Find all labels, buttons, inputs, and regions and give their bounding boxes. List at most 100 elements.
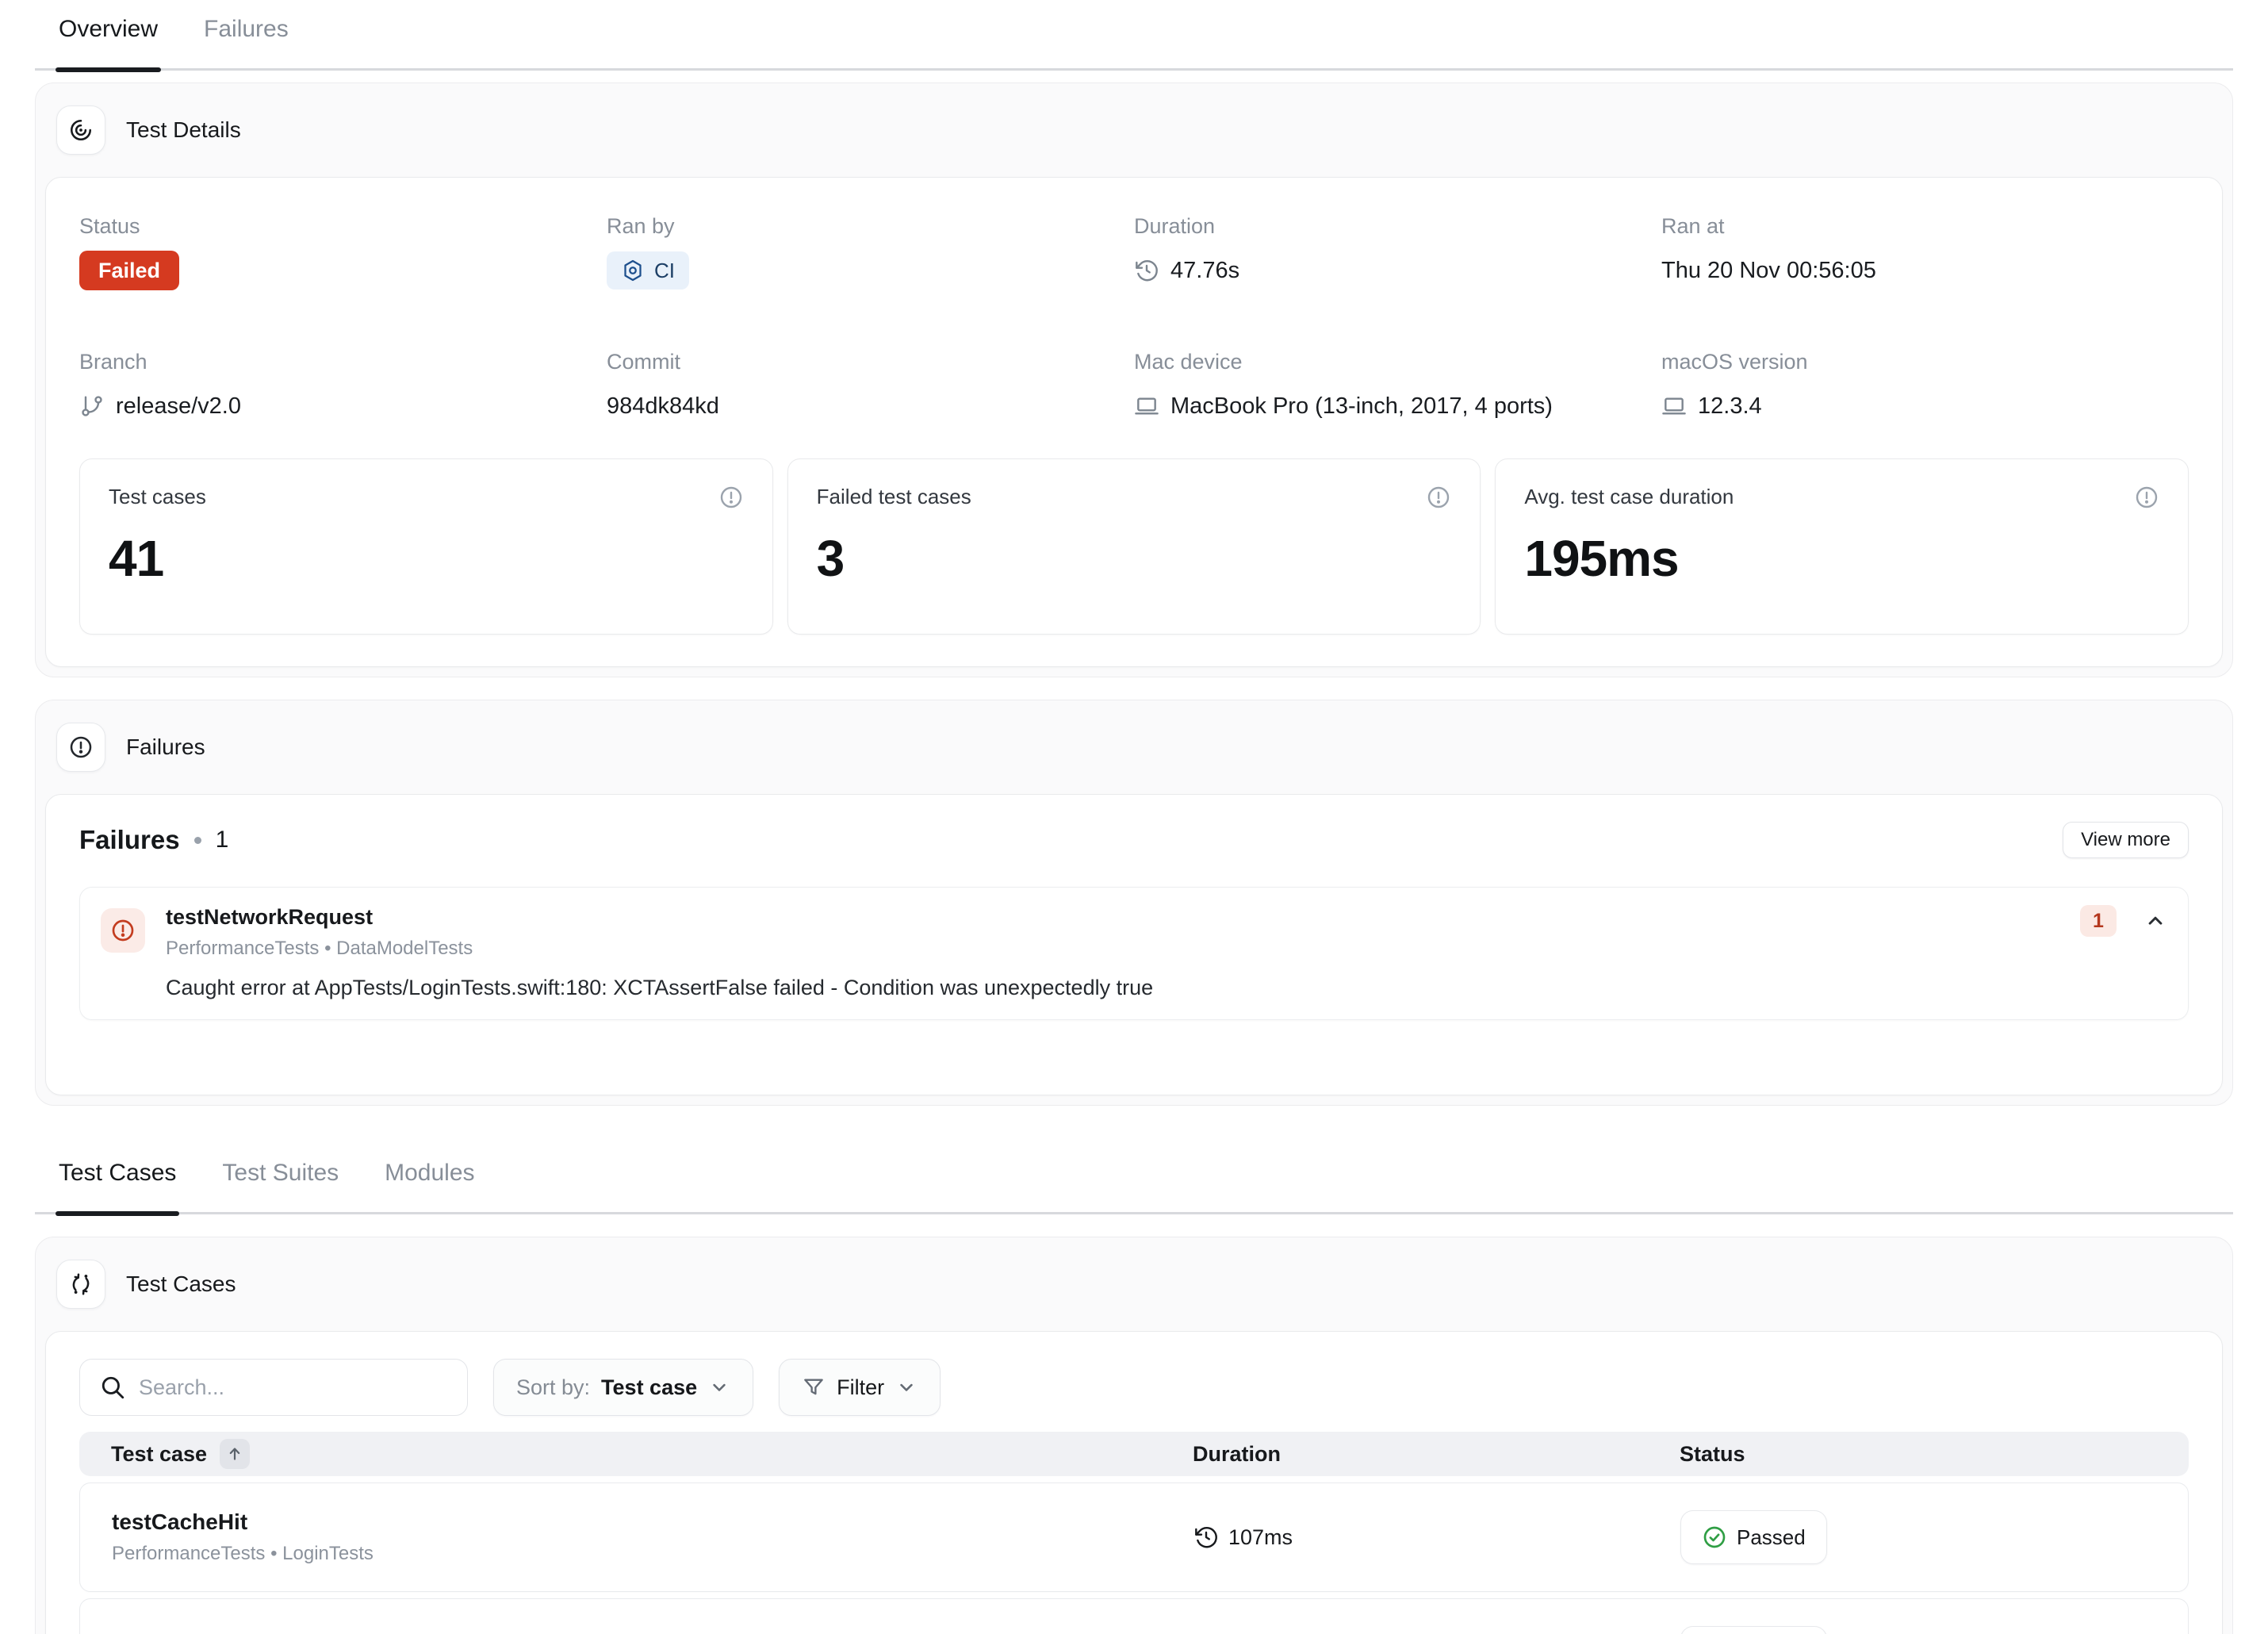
field-label: Commit [607,350,1134,374]
status-text: Passed [1737,1525,1806,1550]
search-icon [99,1374,126,1401]
failure-alert-icon [101,908,145,953]
column-status: Status [1680,1442,2157,1467]
duration-value: 47.76s [1170,258,1239,284]
table-tabbar: Test Cases Test Suites Modules [35,1144,2233,1214]
history-clock-icon [1193,1525,1219,1550]
chevron-down-icon [708,1376,730,1398]
status-badge: Failed [79,251,179,290]
section-title: Test Details [126,117,241,143]
failures-header: Failures [56,723,2212,772]
test-cases-icon-button [56,1260,105,1309]
test-cases-header: Test Cases [56,1260,2212,1309]
tab-test-cases[interactable]: Test Cases [57,1155,178,1212]
git-branch-icon [79,393,105,419]
field-commit: Commit 984dk84kd [607,350,1134,427]
table-row[interactable]: testCacheHit PerformanceTests • LoginTes… [79,1482,2189,1592]
failure-item[interactable]: testNetworkRequest PerformanceTests • Da… [79,887,2189,1020]
field-branch: Branch release/v2.0 [79,350,607,427]
stat-label: Avg. test case duration [1524,485,1734,509]
field-label: Ran by [607,214,1134,239]
field-status: Status Failed [79,214,607,291]
failure-suites: PerformanceTests • DataModelTests [166,938,473,960]
info-icon[interactable] [718,485,744,510]
test-details-card: Status Failed Ran by [45,177,2223,667]
tab-test-suites[interactable]: Test Suites [220,1155,340,1212]
field-label: Status [79,214,607,239]
stat-cards: Test cases 41 Failed test cases [79,458,2189,635]
view-more-button[interactable]: View more [2063,822,2189,858]
status-badge-passed: Passed [1680,1626,1827,1634]
sort-by-label: Sort by: [516,1375,590,1400]
test-details-header: Test Details [56,105,2212,155]
field-macos-version: macOS version 12.3.4 [1661,350,2189,427]
failures-heading: Failures [79,825,180,855]
branch-value: release/v2.0 [116,393,241,420]
dot-separator [194,837,201,844]
ci-badge-label: CI [654,259,675,283]
history-clock-icon [1134,258,1159,283]
field-mac-device: Mac device MacBook Pro (13-inch, 2017, 4… [1134,350,1661,427]
field-label: Duration [1134,214,1661,239]
stat-failed-test-cases: Failed test cases 3 [787,458,1481,635]
chevron-up-icon[interactable] [2143,909,2167,933]
target-spiral-icon [68,117,94,143]
column-test-case: Test case [111,1442,207,1467]
mac-device-value: MacBook Pro (13-inch, 2017, 4 ports) [1170,393,1553,420]
stat-value: 195ms [1524,529,2159,588]
info-icon[interactable] [1426,485,1451,510]
commit-value: 984dk84kd [607,393,719,420]
failures-card-header: Failures 1 View more [79,822,2189,858]
laptop-icon [1661,393,1687,419]
test-cases-section: Test Cases Sort by: Test case [35,1237,2233,1634]
duration-value: 107ms [1228,1525,1293,1550]
filter-dropdown[interactable]: Filter [779,1359,941,1416]
failure-message: Caught error at AppTests/LoginTests.swif… [166,976,2167,1000]
stat-value: 41 [109,529,744,588]
funnel-icon [802,1375,826,1399]
section-title: Test Cases [126,1272,236,1297]
test-case-name: testCacheHit [112,1509,374,1535]
failure-count-badge: 1 [2080,905,2117,937]
ci-hexagon-icon [621,259,645,282]
section-title: Failures [126,735,205,760]
chevron-down-icon [895,1376,918,1398]
tab-modules[interactable]: Modules [383,1155,476,1212]
cycle-arrows-icon [68,1272,94,1297]
page: Overview Failures Test Details Status [0,0,2268,1634]
stat-avg-duration: Avg. test case duration 195ms [1495,458,2189,635]
sort-ascending-icon[interactable] [220,1439,250,1469]
tab-failures[interactable]: Failures [202,11,290,68]
test-cases-table: Test case Duration Status testCacheHit [79,1432,2189,1634]
table-row[interactable]: testCacheHit [79,1598,2189,1634]
search-box [79,1359,468,1416]
column-duration: Duration [1193,1442,1680,1467]
ci-badge: CI [607,251,689,290]
info-icon[interactable] [2134,485,2159,510]
stat-label: Test cases [109,485,206,509]
laptop-icon [1134,393,1159,419]
search-input[interactable] [139,1375,448,1400]
details-grid: Status Failed Ran by [79,214,2189,427]
filter-label: Filter [837,1375,884,1400]
test-case-suites: PerformanceTests • LoginTests [112,1543,374,1565]
stat-test-cases: Test cases 41 [79,458,773,635]
sort-by-dropdown[interactable]: Sort by: Test case [493,1359,753,1416]
stat-label: Failed test cases [817,485,971,509]
sort-by-value: Test case [601,1375,697,1400]
field-label: Branch [79,350,607,374]
test-details-icon-button [56,105,105,155]
alert-circle-icon [68,735,94,760]
field-label: Ran at [1661,214,2189,239]
tab-overview[interactable]: Overview [57,11,159,68]
failures-count: 1 [216,827,229,853]
status-badge-passed: Passed [1680,1510,1827,1564]
table-header-row: Test case Duration Status [79,1432,2189,1476]
field-label: Mac device [1134,350,1661,374]
table-controls: Sort by: Test case Filter [79,1359,2189,1416]
check-circle-icon [1702,1525,1727,1550]
failures-section: Failures Failures 1 View more testNetwo [35,700,2233,1106]
ran-at-value: Thu 20 Nov 00:56:05 [1661,258,1876,284]
field-duration: Duration 47.76s [1134,214,1661,291]
stat-value: 3 [817,529,1452,588]
